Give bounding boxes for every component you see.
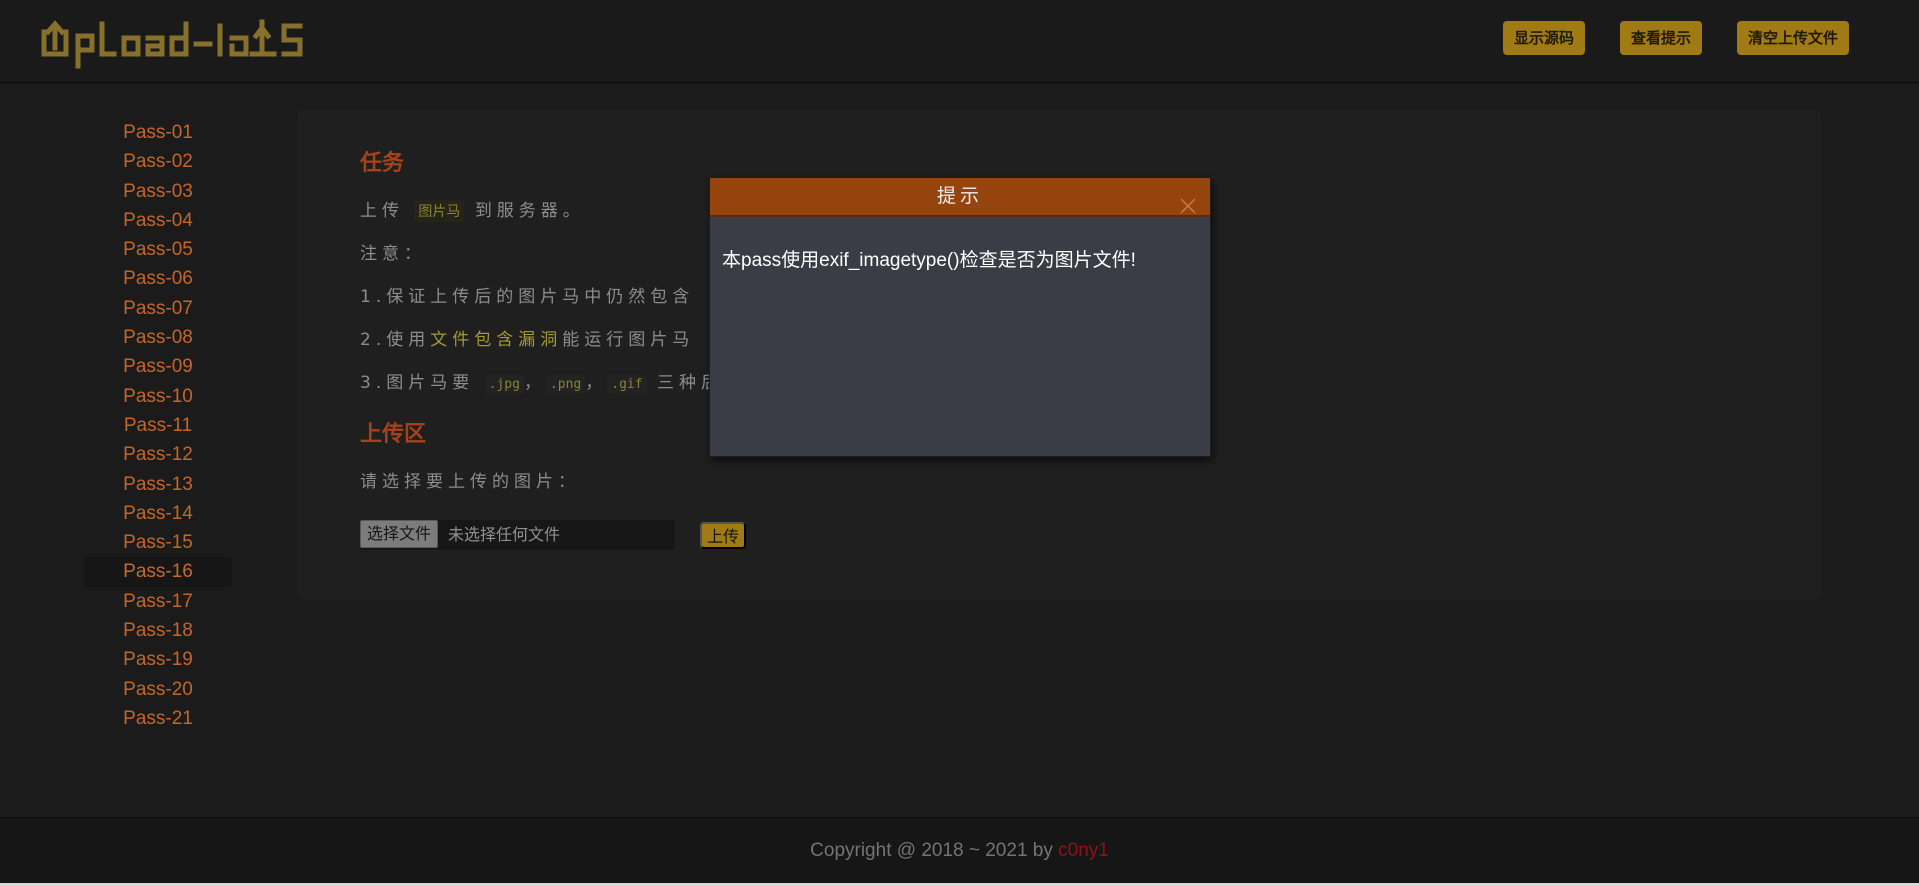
sidebar-item-pass-01[interactable]: Pass-01	[84, 118, 232, 147]
hint-dialog: 提示 本pass使用exif_imagetype()检查是否为图片文件!	[709, 177, 1211, 457]
task-line-1: 上传 图片马 到服务器。	[360, 196, 585, 222]
logo-glyph-icon	[41, 19, 303, 69]
sidebar-item-pass-13[interactable]: Pass-13	[84, 470, 232, 499]
ext-jpg-tag: .jpg	[484, 375, 524, 394]
task-item-2-pre: 2.使用	[360, 330, 431, 350]
show-hint-button[interactable]: 查看提示	[1620, 21, 1703, 55]
sidebar-item-pass-16[interactable]: Pass-16	[84, 557, 232, 587]
upload-title: 上传区	[360, 422, 427, 447]
sidebar-item-pass-14[interactable]: Pass-14	[84, 499, 232, 528]
show-source-button[interactable]: 显示源码	[1503, 21, 1586, 55]
sidebar-item-pass-04[interactable]: Pass-04	[84, 206, 232, 235]
sidebar-item-pass-09[interactable]: Pass-09	[84, 352, 232, 381]
top-header: 显示源码 查看提示 清空上传文件	[0, 0, 1919, 83]
upload-button[interactable]: 上传	[700, 522, 747, 549]
app-logo[interactable]	[40, 14, 340, 74]
sidebar-item-pass-19[interactable]: Pass-19	[84, 645, 232, 674]
separator-1: ，	[523, 373, 546, 393]
sidebar-item-pass-15[interactable]: Pass-15	[84, 528, 232, 557]
ext-png-tag: .png	[545, 375, 586, 394]
task-item-2-post: 能运行图片马	[562, 330, 695, 350]
file-include-link[interactable]: 文件包含漏洞	[430, 330, 562, 350]
separator-2: ，	[585, 373, 608, 393]
ext-gif-tag: .gif	[607, 375, 647, 394]
file-input[interactable]: 选择文件 未选择任何文件	[360, 520, 675, 550]
close-icon[interactable]	[1180, 190, 1196, 214]
sidebar-item-pass-07[interactable]: Pass-07	[84, 294, 232, 323]
image-horse-tag: 图片马	[414, 200, 465, 222]
sidebar-item-pass-18[interactable]: Pass-18	[84, 616, 232, 645]
sidebar-item-pass-11[interactable]: Pass-11	[84, 411, 232, 440]
sidebar-item-pass-10[interactable]: Pass-10	[84, 382, 232, 411]
copyright-text: Copyright @ 2018 ~ 2021 by	[810, 840, 1059, 861]
file-status-text: 未选择任何文件	[448, 525, 561, 544]
task-note: 注意：	[360, 244, 426, 264]
sidebar-item-pass-20[interactable]: Pass-20	[84, 675, 232, 704]
upload-prompt: 请选择要上传的图片：	[360, 472, 580, 492]
clear-uploads-button[interactable]: 清空上传文件	[1737, 21, 1850, 55]
sidebar-item-pass-17[interactable]: Pass-17	[84, 587, 232, 616]
sidebar-item-pass-03[interactable]: Pass-03	[84, 177, 232, 206]
dialog-header: 提示	[710, 178, 1210, 217]
author-link[interactable]: c0ny1	[1058, 840, 1109, 861]
choose-file-button[interactable]: 选择文件	[360, 520, 439, 548]
task-item-3: 3.图片马要 .jpg， .png， .gif 三种后	[360, 368, 723, 394]
task-line-1-post: 到服务器。	[474, 201, 585, 221]
sidebar-item-pass-02[interactable]: Pass-02	[84, 147, 232, 176]
task-item-1: 1.保证上传后的图片马中仍然包含	[360, 287, 695, 307]
pass-sidebar: Pass-01 Pass-02 Pass-03 Pass-04 Pass-05 …	[84, 118, 232, 733]
sidebar-item-pass-12[interactable]: Pass-12	[84, 440, 232, 469]
sidebar-item-pass-21[interactable]: Pass-21	[84, 704, 232, 733]
sidebar-item-pass-08[interactable]: Pass-08	[84, 323, 232, 352]
dialog-title: 提示	[936, 185, 983, 207]
task-title: 任务	[360, 151, 405, 176]
sidebar-item-pass-06[interactable]: Pass-06	[84, 264, 232, 293]
task-line-1-pre: 上传	[360, 201, 404, 221]
task-item-2: 2.使用文件包含漏洞能运行图片马	[360, 325, 694, 350]
footer: Copyright @ 2018 ~ 2021 by c0ny1	[0, 817, 1919, 884]
task-item-3-pre: 3.图片马要	[360, 373, 475, 393]
dialog-message: 本pass使用exif_imagetype()检查是否为图片文件!	[722, 250, 1136, 271]
sidebar-item-pass-05[interactable]: Pass-05	[84, 235, 232, 264]
